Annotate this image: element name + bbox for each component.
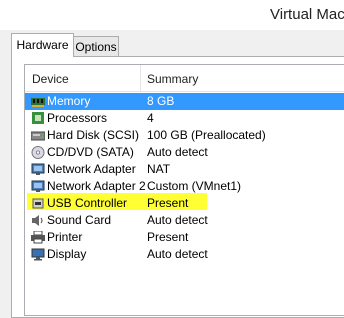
device-row-network-adapter[interactable]: Network Adapter NAT [25, 161, 344, 178]
device-label: Processors [47, 111, 108, 125]
network-adapter-icon [31, 180, 45, 192]
device-label: USB Controller [47, 196, 128, 210]
device-row-memory[interactable]: Memory 8 GB [25, 93, 344, 110]
printer-icon [31, 231, 45, 244]
device-rows: Memory 8 GB Processors 4 Hard Disk (SCSI… [25, 93, 344, 263]
memory-icon [31, 98, 45, 107]
device-row-printer[interactable]: Printer Present [25, 229, 344, 246]
column-header-summary[interactable]: Summary [147, 72, 198, 86]
cd-dvd-icon [31, 146, 45, 159]
network-adapter-icon [31, 163, 45, 175]
device-label: Hard Disk (SCSI) [47, 128, 140, 142]
column-divider[interactable] [140, 65, 141, 91]
summary-value: Auto detect [147, 213, 208, 227]
summary-value: 100 GB (Preallocated) [147, 128, 266, 142]
device-row-sound-card[interactable]: Sound Card Auto detect [25, 212, 344, 229]
device-label: Network Adapter 2 [47, 179, 146, 193]
usb-controller-icon [32, 198, 44, 209]
device-label: Display [47, 247, 87, 261]
summary-value: Present [147, 196, 189, 210]
summary-value: Auto detect [147, 145, 208, 159]
device-row-cd-dvd[interactable]: CD/DVD (SATA) Auto detect [25, 144, 344, 161]
device-label: Memory [47, 94, 91, 108]
summary-value: 4 [147, 111, 154, 125]
tab-options[interactable]: Options [73, 36, 119, 56]
tab-hardware[interactable]: Hardware [11, 33, 74, 57]
column-header-device[interactable]: Device [32, 72, 69, 86]
summary-value: NAT [147, 162, 171, 176]
summary-value: 8 GB [147, 94, 175, 108]
device-label: Sound Card [47, 213, 112, 227]
device-row-usb-controller[interactable]: USB Controller Present [25, 195, 344, 212]
device-row-processors[interactable]: Processors 4 [25, 110, 344, 127]
display-icon [31, 248, 45, 261]
hard-disk-icon [31, 131, 45, 141]
device-list[interactable]: Device Summary Memory 8 GB Processors 4 [24, 64, 344, 316]
device-label: CD/DVD (SATA) [47, 145, 134, 159]
title-bar: Virtual Mac [0, 0, 344, 30]
summary-value: Present [147, 230, 189, 244]
device-row-network-adapter-2[interactable]: Network Adapter 2 Custom (VMnet1) [25, 178, 344, 195]
device-row-hard-disk[interactable]: Hard Disk (SCSI) 100 GB (Preallocated) [25, 127, 344, 144]
summary-value: Custom (VMnet1) [147, 179, 242, 193]
summary-value: Auto detect [147, 247, 208, 261]
sound-card-icon [32, 215, 43, 226]
processor-icon [32, 112, 44, 124]
device-label: Network Adapter [47, 162, 136, 176]
device-row-display[interactable]: Display Auto detect [25, 246, 344, 263]
device-label: Printer [47, 230, 83, 244]
window-title: Virtual Mac [270, 6, 344, 23]
list-header: Device Summary [25, 65, 344, 92]
